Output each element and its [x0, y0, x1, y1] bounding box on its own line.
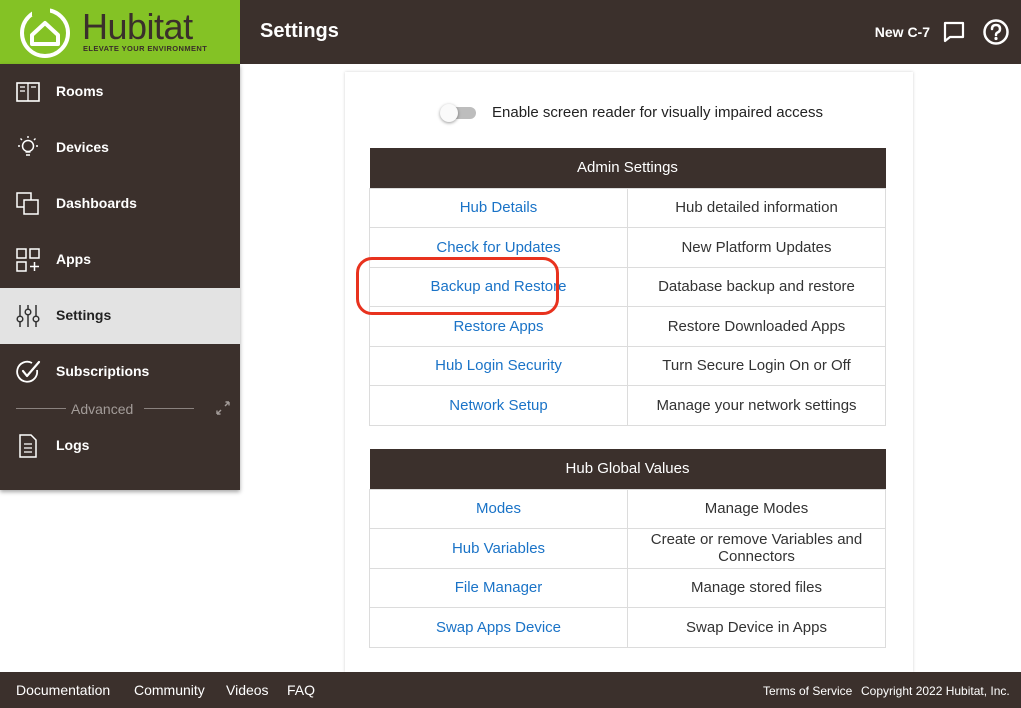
screen-reader-toggle[interactable] — [440, 104, 476, 122]
table-row: Hub Details Hub detailed information — [369, 187, 886, 228]
modes-link[interactable]: Modes — [369, 488, 628, 529]
house-circle-icon — [20, 6, 70, 58]
table-header: Admin Settings — [369, 148, 886, 188]
hub-login-security-link[interactable]: Hub Login Security — [369, 345, 628, 386]
hub-name[interactable]: New C-7 — [875, 24, 930, 40]
table-row: File Manager Manage stored files — [369, 567, 886, 608]
rooms-icon — [16, 82, 40, 102]
screen-reader-label: Enable screen reader for visually impair… — [492, 104, 823, 121]
table-row: Network Setup Manage your network settin… — [369, 385, 886, 426]
apps-icon — [16, 248, 40, 272]
chat-icon[interactable] — [943, 21, 965, 43]
dashboards-icon — [16, 192, 39, 215]
hubitat-logo[interactable]: Hubitat ELEVATE YOUR ENVIRONMENT — [0, 0, 240, 64]
divider-line — [16, 408, 66, 409]
row-description: Manage Modes — [627, 488, 886, 529]
sidebar-item-label: Subscriptions — [56, 363, 150, 379]
hub-variables-link[interactable]: Hub Variables — [369, 528, 628, 569]
table-row: Swap Apps Device Swap Device in Apps — [369, 607, 886, 648]
sidebar-item-label: Dashboards — [56, 195, 137, 211]
footer-videos-link[interactable]: Videos — [226, 682, 269, 698]
sidebar-item-dashboards[interactable]: Dashboards — [0, 176, 240, 232]
table-row: Hub Login Security Turn Secure Login On … — [369, 345, 886, 386]
swap-apps-device-link[interactable]: Swap Apps Device — [369, 607, 628, 648]
expand-icon[interactable] — [214, 399, 232, 417]
copyright-text: Copyright 2022 Hubitat, Inc. — [861, 684, 1010, 698]
sliders-icon — [16, 305, 40, 327]
sidebar-item-label: Rooms — [56, 83, 104, 99]
footer-faq-link[interactable]: FAQ — [287, 682, 315, 698]
hub-details-link[interactable]: Hub Details — [369, 187, 628, 228]
table-header: Hub Global Values — [369, 449, 886, 489]
highlight-annotation — [356, 257, 559, 315]
footer-community-link[interactable]: Community — [134, 682, 205, 698]
advanced-label: Advanced — [71, 401, 134, 417]
row-description: Manage stored files — [627, 567, 886, 608]
check-circle-icon — [16, 360, 41, 383]
document-icon — [19, 434, 37, 458]
sidebar-item-apps[interactable]: Apps — [0, 232, 240, 288]
page-title: Settings — [260, 20, 339, 42]
sidebar-item-label: Settings — [56, 307, 112, 323]
brand-name: Hubitat — [82, 6, 193, 47]
row-description: Swap Device in Apps — [627, 607, 886, 648]
footer: Documentation Community Videos FAQ Terms… — [0, 672, 1021, 708]
table-row: Hub Variables Create or remove Variables… — [369, 528, 886, 569]
row-description: Create or remove Variables and Connector… — [627, 528, 886, 569]
network-setup-link[interactable]: Network Setup — [369, 385, 628, 426]
row-description: Restore Downloaded Apps — [627, 306, 886, 347]
sidebar-item-rooms[interactable]: Rooms — [0, 64, 240, 120]
row-description: Manage your network settings — [627, 385, 886, 426]
sidebar-item-subscriptions[interactable]: Subscriptions — [0, 344, 240, 400]
table-row: Modes Manage Modes — [369, 488, 886, 529]
top-bar: Settings New C-7 — [240, 0, 1021, 64]
file-manager-link[interactable]: File Manager — [369, 567, 628, 608]
row-description: Hub detailed information — [627, 187, 886, 228]
sidebar-item-label: Apps — [56, 251, 91, 267]
divider-line — [144, 408, 194, 409]
bulb-icon — [18, 136, 38, 156]
row-description: New Platform Updates — [627, 227, 886, 268]
toggle-knob — [440, 104, 458, 122]
footer-documentation-link[interactable]: Documentation — [16, 682, 110, 698]
sidebar-item-label: Devices — [56, 139, 109, 155]
row-description: Turn Secure Login On or Off — [627, 345, 886, 386]
help-icon[interactable] — [983, 19, 1009, 45]
sidebar-item-settings[interactable]: Settings — [0, 288, 240, 344]
brand-tagline: ELEVATE YOUR ENVIRONMENT — [83, 44, 208, 53]
terms-of-service-link[interactable]: Terms of Service — [763, 684, 852, 698]
sidebar-item-label: Logs — [56, 437, 90, 453]
row-description: Database backup and restore — [627, 266, 886, 307]
sidebar-item-devices[interactable]: Devices — [0, 120, 240, 176]
sidebar-item-logs[interactable]: Logs — [0, 418, 240, 474]
hub-global-values-table: Hub Global Values Modes Manage Modes Hub… — [369, 449, 886, 648]
advanced-divider: Advanced — [0, 398, 240, 420]
sidebar: Rooms Devices Dashboards Apps Settings S… — [0, 64, 240, 490]
